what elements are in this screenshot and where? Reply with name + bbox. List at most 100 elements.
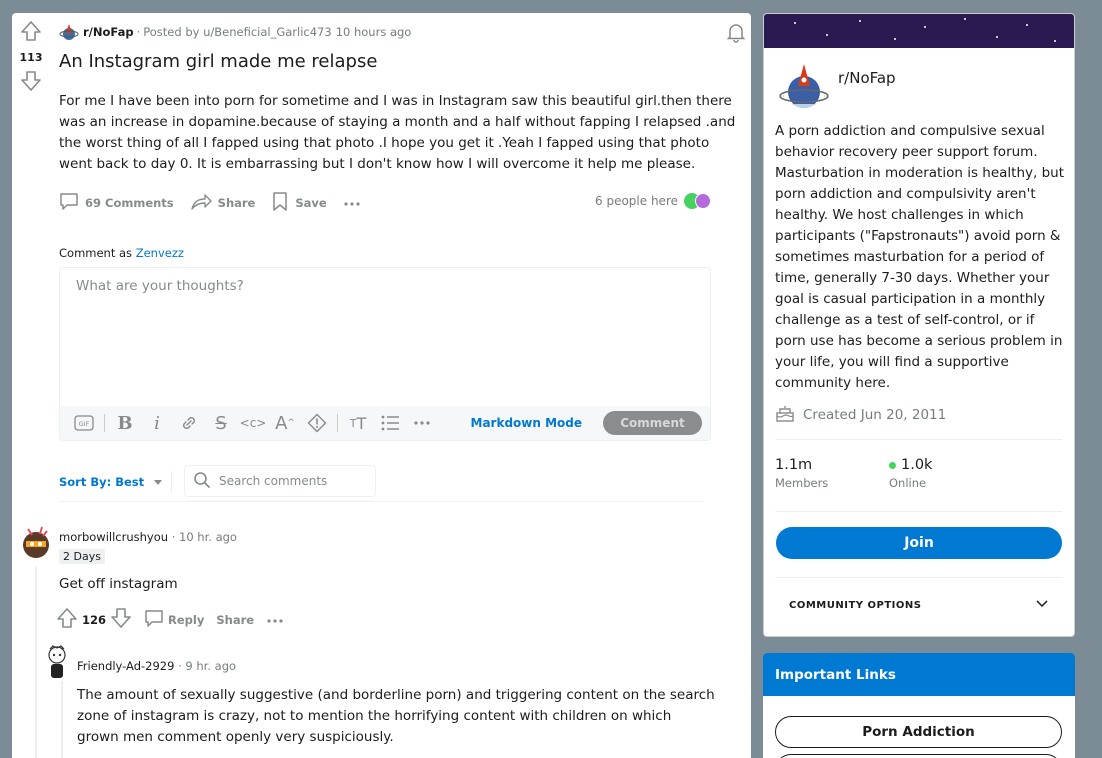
sidebar-divider <box>775 511 1062 512</box>
thread-line[interactable] <box>35 566 37 758</box>
comment-placeholder[interactable]: What are your thoughts? <box>76 278 244 294</box>
comment-more-button[interactable] <box>266 613 288 627</box>
toolbar-divider <box>104 414 105 432</box>
community-banner <box>764 14 1074 48</box>
link-icon[interactable] <box>173 411 205 435</box>
search-comments-input[interactable]: Search comments <box>184 465 376 497</box>
more-options-button[interactable] <box>343 196 367 210</box>
commenter-avatar[interactable] <box>20 523 52 561</box>
submit-comment-button[interactable]: Comment <box>603 411 702 435</box>
sort-label: Sort By: Best <box>59 475 145 489</box>
comment-author-line: morbowillcrushyou · 10 hr. ago <box>59 530 237 544</box>
sort-dropdown[interactable]: Sort By: Best <box>59 475 163 489</box>
created-label: Created Jun 20, 2011 <box>803 407 947 423</box>
comment-time[interactable]: 10 hr. ago <box>179 530 237 544</box>
join-button[interactable]: Join <box>776 527 1062 559</box>
downvote-icon[interactable] <box>20 70 42 96</box>
members-label: Members <box>775 476 829 490</box>
members-count: 1.1m <box>775 457 813 473</box>
people-here-label: 6 people here <box>595 194 678 208</box>
svg-text:GIF: GIF <box>79 420 90 428</box>
markdown-mode-button[interactable]: Markdown Mode <box>471 416 583 430</box>
commenter-avatar[interactable] <box>42 643 72 679</box>
important-links-title: Important Links <box>763 653 1075 696</box>
comments-divider <box>59 501 703 502</box>
community-header: r/NoFap <box>778 62 896 112</box>
bold-icon[interactable]: B <box>109 411 141 435</box>
subreddit-link[interactable]: r/NoFap <box>83 25 134 39</box>
sort-divider <box>171 471 172 493</box>
save-label: Save <box>295 195 327 210</box>
strikethrough-icon[interactable]: S <box>205 411 237 435</box>
reply-label: Reply <box>168 612 205 627</box>
search-placeholder: Search comments <box>219 474 328 488</box>
user-flair: 2 Days <box>59 549 105 564</box>
upvote-icon[interactable] <box>20 20 42 46</box>
gif-icon[interactable]: GIF <box>68 411 100 435</box>
spoiler-icon[interactable] <box>301 411 333 435</box>
community-name[interactable]: r/NoFap <box>838 69 896 87</box>
comment-text: Get off instagram <box>59 576 178 592</box>
reply-button[interactable]: Reply <box>144 608 204 631</box>
community-created: Created Jun 20, 2011 <box>775 403 946 427</box>
comments-button[interactable]: 69 Comments <box>59 191 174 214</box>
comment-share-button[interactable]: Share <box>216 613 254 627</box>
comment-editor[interactable]: What are your thoughts? GIF B i S <c> A ^… <box>59 267 711 441</box>
porn-addiction-link-button[interactable]: Porn Addiction <box>775 716 1062 748</box>
editor-toolbar: GIF B i S <c> A^ TT Markdown Mode Comme <box>60 406 710 440</box>
comment-author[interactable]: morbowillcrushyou <box>59 530 168 544</box>
chevron-down-icon <box>1035 599 1049 612</box>
sidebar-divider <box>775 439 1062 440</box>
post-time[interactable]: 10 hours ago <box>336 25 412 39</box>
post-meta: r/NoFap · Posted by u/Beneficial_Garlic4… <box>59 23 411 41</box>
online-stat: 1.0k Online <box>889 457 932 490</box>
inline-code-icon[interactable]: <c> <box>237 411 269 435</box>
comment-icon <box>144 608 168 631</box>
post-title[interactable]: An Instagram girl made me relapse <box>59 51 377 72</box>
bulleted-list-icon[interactable] <box>374 411 406 435</box>
italic-icon[interactable]: i <box>141 411 173 435</box>
posted-by[interactable]: Posted by u/Beneficial_Garlic473 <box>143 25 331 39</box>
comment-icon <box>59 191 85 214</box>
superscript-icon[interactable]: A ^ <box>269 411 301 435</box>
comment-actions: 126 Reply Share <box>56 607 288 632</box>
comment-score: 126 <box>82 612 107 627</box>
upvote-icon[interactable] <box>56 607 78 632</box>
toolbar-divider <box>337 414 338 432</box>
search-icon <box>193 471 219 492</box>
important-link-button[interactable] <box>775 754 1062 758</box>
people-here: 6 people here <box>595 193 711 209</box>
online-count: 1.0k <box>901 457 933 473</box>
share-button[interactable]: Share <box>190 191 255 214</box>
more-formatting-icon[interactable] <box>406 411 438 435</box>
save-button[interactable]: Save <box>271 191 327 214</box>
community-icon[interactable] <box>778 62 830 112</box>
caret-down-icon <box>154 479 163 485</box>
online-label: Online <box>889 476 927 490</box>
comment-author-line: Friendly-Ad-2929 · 9 hr. ago <box>77 659 237 673</box>
post-card: 113 r/NoFap · Posted by u/Beneficial_Gar… <box>12 13 751 758</box>
community-info-card: r/NoFap A porn addiction and compulsive … <box>763 13 1075 637</box>
notification-bell-icon[interactable] <box>725 21 747 47</box>
comment-as-prefix: Comment as <box>59 246 133 260</box>
comment-as: Comment as Zenvezz <box>59 246 184 260</box>
heading-icon[interactable]: TT <box>342 411 374 435</box>
online-indicator-icon <box>889 461 896 469</box>
members-stat: 1.1m Members <box>775 457 828 490</box>
downvote-icon[interactable] <box>110 607 132 632</box>
comment-text: The amount of sexually suggestive (and b… <box>77 687 715 745</box>
avatar <box>695 193 711 209</box>
subreddit-icon[interactable] <box>59 23 79 41</box>
post-actions: 69 Comments Share Save <box>59 191 383 214</box>
comment-as-username[interactable]: Zenvezz <box>136 246 184 260</box>
meta-separator: · <box>136 25 141 39</box>
ellipsis-icon <box>266 613 288 627</box>
comment-time[interactable]: 9 hr. ago <box>185 659 236 673</box>
post-score: 113 <box>19 51 43 64</box>
important-links-card: Important Links Porn Addiction <box>763 653 1075 758</box>
community-options-toggle[interactable]: COMMUNITY OPTIONS <box>789 599 1049 612</box>
viewer-avatars <box>684 193 711 209</box>
comment-author[interactable]: Friendly-Ad-2929 <box>77 659 174 673</box>
thread-line[interactable] <box>61 681 63 758</box>
community-description: A porn addiction and compulsive sexual b… <box>775 123 1065 391</box>
